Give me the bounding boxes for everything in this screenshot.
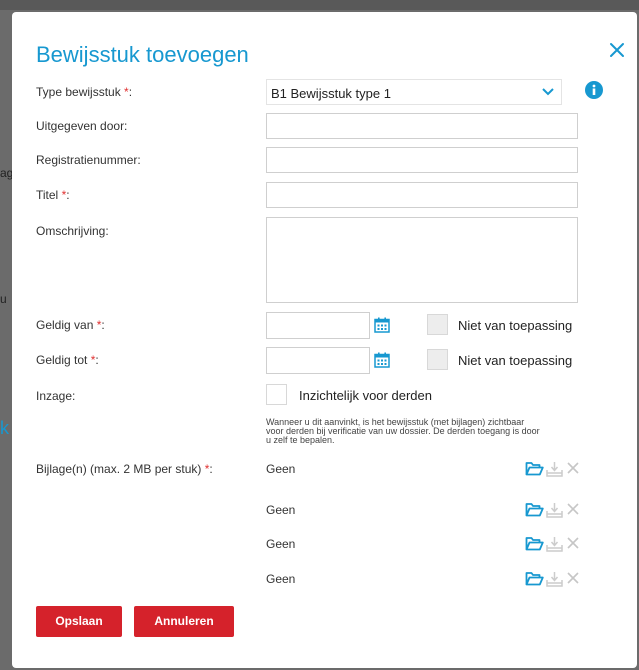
access-hint: Wanneer u dit aanvinkt, is het bewijsstu… — [266, 417, 540, 445]
delete-icon[interactable] — [566, 461, 580, 475]
valid-to-input[interactable] — [266, 347, 370, 374]
delete-icon[interactable] — [566, 571, 580, 585]
visible-to-third-parties-checkbox[interactable] — [266, 384, 287, 405]
valid-to-not-applicable-label: Niet van toepassing — [458, 353, 573, 368]
attachment-actions — [525, 461, 585, 477]
close-icon[interactable] — [606, 39, 628, 61]
registration-label: Registratienummer: — [36, 153, 141, 167]
dialog-title: Bewijsstuk toevoegen — [36, 42, 249, 67]
download-icon[interactable] — [546, 461, 563, 477]
info-icon[interactable] — [585, 81, 603, 99]
attachment-actions — [525, 502, 585, 518]
open-folder-icon[interactable] — [525, 571, 544, 586]
visible-to-third-parties-label: Inzichtelijk voor derden — [299, 388, 432, 403]
attachment-actions — [525, 536, 585, 552]
registration-input[interactable] — [266, 147, 578, 173]
valid-from-input[interactable] — [266, 312, 370, 339]
issued-by-label: Uitgegeven door: — [36, 119, 128, 133]
title-label: Titel *: — [36, 188, 70, 202]
type-label: Type bewijsstuk *: — [36, 85, 133, 99]
open-folder-icon[interactable] — [525, 502, 544, 517]
chevron-down-icon — [542, 88, 554, 96]
issued-by-input[interactable] — [266, 113, 578, 139]
attachments-label: Bijlage(n) (max. 2 MB per stuk) *: — [36, 462, 213, 476]
valid-from-not-applicable-label: Niet van toepassing — [458, 318, 573, 333]
add-evidence-dialog: Bewijsstuk toevoegen Type bewijsstuk *: … — [12, 12, 637, 668]
attachment-actions — [525, 571, 585, 587]
backdrop-text-fragment: ag — [0, 166, 14, 180]
download-icon[interactable] — [546, 536, 563, 552]
valid-from-label: Geldig van *: — [36, 318, 105, 332]
attachment-filename: Geen — [266, 462, 296, 476]
calendar-icon[interactable] — [374, 317, 390, 333]
open-folder-icon[interactable] — [525, 461, 544, 476]
delete-icon[interactable] — [566, 502, 580, 516]
description-label: Omschrijving: — [36, 224, 109, 238]
calendar-icon[interactable] — [374, 352, 390, 368]
valid-to-not-applicable-checkbox[interactable] — [427, 349, 448, 370]
open-folder-icon[interactable] — [525, 536, 544, 551]
save-button[interactable]: Opslaan — [36, 606, 122, 637]
valid-from-not-applicable-checkbox[interactable] — [427, 314, 448, 335]
attachment-filename: Geen — [266, 537, 296, 551]
valid-to-label: Geldig tot *: — [36, 353, 99, 367]
attachment-filename: Geen — [266, 503, 296, 517]
download-icon[interactable] — [546, 571, 563, 587]
title-input[interactable] — [266, 182, 578, 208]
type-select-value: B1 Bewijsstuk type 1 — [271, 86, 391, 101]
cancel-button[interactable]: Annuleren — [134, 606, 234, 637]
description-textarea[interactable] — [266, 217, 578, 303]
access-label: Inzage: — [36, 389, 76, 403]
delete-icon[interactable] — [566, 536, 580, 550]
download-icon[interactable] — [546, 502, 563, 518]
attachment-filename: Geen — [266, 572, 296, 586]
type-select[interactable]: B1 Bewijsstuk type 1 — [266, 79, 562, 105]
backdrop-text-fragment: k — [0, 418, 9, 438]
backdrop-top-strip — [0, 0, 639, 10]
backdrop-text-fragment: u — [0, 292, 7, 306]
